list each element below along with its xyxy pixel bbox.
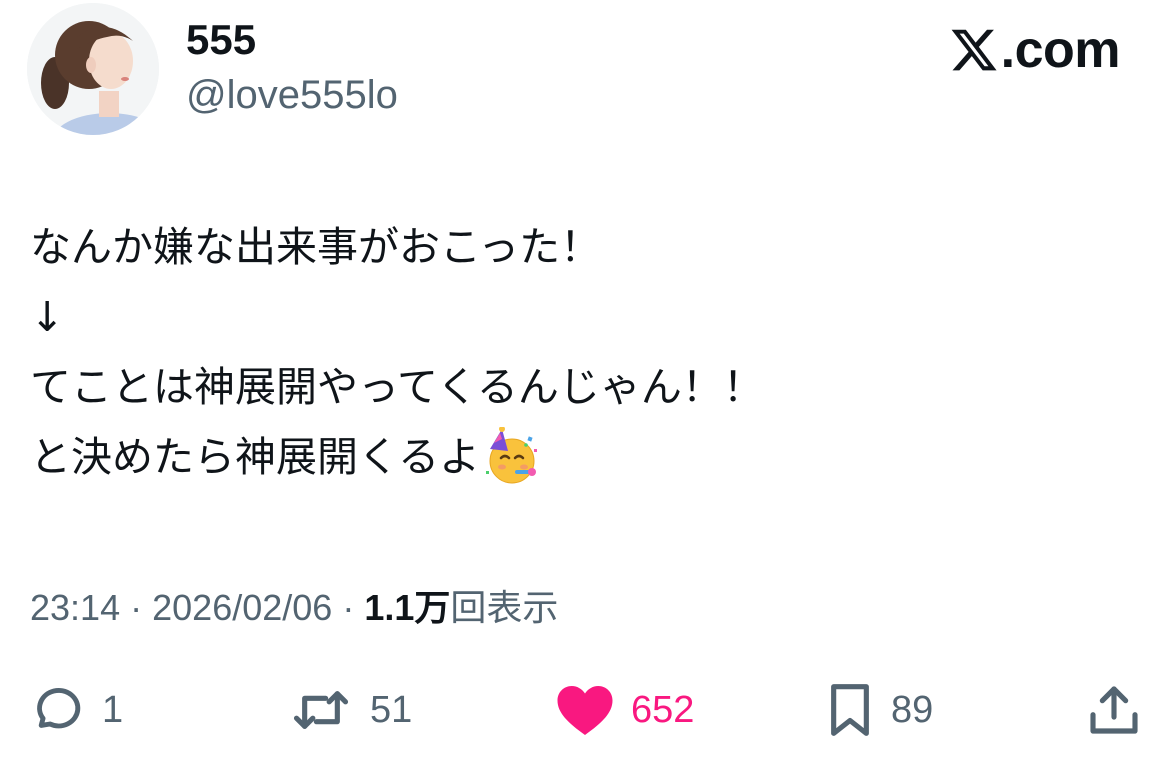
like-button[interactable]: 652 — [555, 680, 694, 740]
bookmark-count: 89 — [891, 689, 934, 731]
partying-face-icon — [486, 427, 538, 484]
share-button[interactable] — [1086, 680, 1142, 740]
share-icon — [1090, 686, 1138, 734]
user-handle[interactable]: @love555lo — [186, 70, 398, 120]
action-bar: 1 51 652 89 — [0, 680, 1170, 740]
tweet-line-text: と決めたら神展開くるよ — [30, 433, 481, 481]
tweet-line-last: と決めたら神展開くるよ — [30, 422, 1140, 492]
avatar-image — [27, 3, 159, 135]
avatar[interactable] — [27, 3, 159, 135]
views-count[interactable]: 1.1万 — [364, 587, 450, 628]
reply-button[interactable]: 1 — [30, 680, 123, 740]
meta-separator: · — [130, 587, 143, 628]
repost-button[interactable]: 51 — [288, 680, 412, 740]
tweet-line: なんか嫌な出来事がおこった！ — [30, 223, 602, 271]
brand-domain: .com — [1000, 21, 1121, 79]
views-label: 回表示 — [450, 587, 559, 628]
tweet-card: 555 @love555lo .com なんか嫌な出来事がおこった！ ↓ てこと… — [0, 0, 1170, 758]
repost-count: 51 — [370, 689, 413, 731]
tweet-line: ↓ — [30, 293, 65, 341]
tweet-time[interactable]: 23:14 — [30, 587, 120, 628]
tweet-line: てことは神展開やってくるんじゃん！！ — [30, 363, 764, 411]
tweet-meta: 23:14 · 2026/02/06 · 1.1万回表示 — [30, 583, 558, 633]
heart-filled-icon — [557, 686, 613, 735]
brand-watermark: .com — [949, 20, 1121, 80]
meta-separator: · — [342, 587, 355, 628]
bookmark-icon — [831, 684, 869, 736]
repost-icon — [293, 691, 349, 729]
display-name[interactable]: 555 — [186, 14, 256, 66]
bookmark-button[interactable]: 89 — [825, 680, 933, 740]
reply-count: 1 — [102, 689, 124, 731]
reply-icon — [37, 688, 81, 729]
x-logo-icon — [951, 29, 997, 71]
tweet-date[interactable]: 2026/02/06 — [152, 587, 332, 628]
tweet-text: なんか嫌な出来事がおこった！ ↓ てことは神展開やってくるんじゃん！！ と決めた… — [30, 212, 1140, 492]
like-count: 652 — [631, 689, 695, 731]
